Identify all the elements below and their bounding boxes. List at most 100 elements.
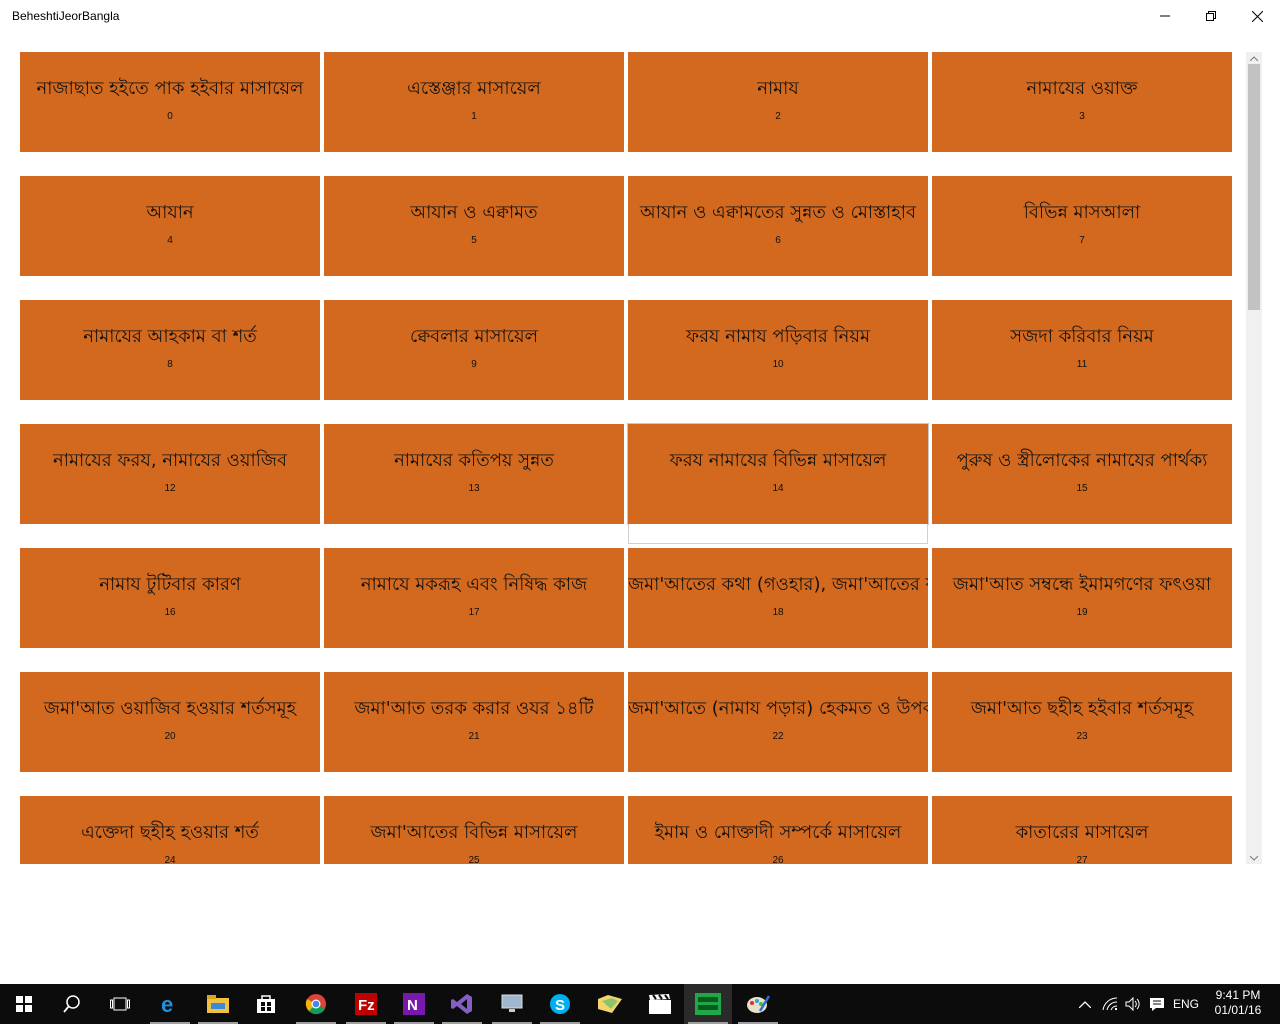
chapter-tile[interactable]: পুরুষ ও স্ত্রীলোকের নামাযের পার্থক্য 15 [932, 424, 1232, 524]
onenote-icon: N [403, 993, 425, 1015]
chapter-title: ইমাম ও মোক্তাদী সম্পর্কে মাসায়েল [654, 822, 902, 843]
chapter-title: ফরয নামাযের বিভিন্ন মাসায়েল [669, 450, 887, 471]
taskbar-movies[interactable] [636, 984, 684, 1024]
chapter-tile[interactable]: নামায 2 [628, 52, 928, 152]
chapter-tile[interactable]: ক্বেবলার মাসায়েল 9 [324, 300, 624, 400]
remote-desktop-icon [501, 994, 523, 1012]
chapter-title: নামায টুটিবার কারণ [99, 574, 241, 595]
action-center-button[interactable] [1146, 984, 1168, 1024]
chapter-tile[interactable]: নামায টুটিবার কারণ 16 [20, 548, 320, 648]
chapter-index: 22 [772, 731, 784, 742]
minimize-icon [1160, 15, 1170, 17]
clock[interactable]: 9:41 PM 01/01/16 [1206, 988, 1270, 1018]
filezilla-icon: Fz [355, 993, 377, 1015]
taskbar-visual-studio[interactable] [438, 984, 486, 1024]
chapter-title: জমা'আতের বিভিন্ন মাসায়েল [370, 822, 578, 843]
file-explorer-icon [207, 995, 229, 1013]
skype-icon: S [550, 994, 570, 1014]
chapter-tile[interactable]: বিভিন্ন মাসআলা 7 [932, 176, 1232, 276]
chapter-index: 7 [1079, 235, 1085, 246]
focus-indicator [628, 524, 928, 544]
start-icon [16, 996, 32, 1012]
taskbar: e Fz N S ENG 9:41 PM 01/01/16 [0, 984, 1280, 1024]
restore-button[interactable] [1188, 0, 1234, 32]
chapter-tile[interactable]: জমা'আত ছহীহ হইবার শর্তসমূহ 23 [932, 672, 1232, 772]
chapter-tile[interactable]: নামাযের কতিপয় সুন্নত 13 [324, 424, 624, 524]
taskbar-beheshtijeor-app[interactable] [684, 984, 732, 1024]
chapter-tile[interactable]: জমা'আতে (নামায পড়ার) হেকমত ও উপকারিতা 22 [628, 672, 928, 772]
title-bar: BeheshtiJeorBangla [0, 0, 1280, 32]
chapter-index: 17 [468, 607, 480, 618]
chapter-tile[interactable]: ইমাম ও মোক্তাদী সম্পর্কে মাসায়েল 26 [628, 796, 928, 864]
chapter-index: 0 [167, 111, 173, 122]
window-title: BeheshtiJeorBangla [12, 9, 120, 23]
show-hidden-icons-button[interactable] [1074, 984, 1096, 1024]
chapter-tile[interactable]: নামাযে মকরূহ এবং নিষিদ্ধ কাজ 17 [324, 548, 624, 648]
chevron-down-icon [1250, 855, 1258, 861]
scroll-down-button[interactable] [1246, 852, 1262, 864]
network-button[interactable] [1098, 984, 1122, 1024]
chapter-title: আযান ও এক্বামত [410, 202, 538, 223]
chapter-index: 6 [775, 235, 781, 246]
chapter-tile[interactable]: আযান ও এক্বামত 5 [324, 176, 624, 276]
chapter-tile[interactable]: জমা'আত সম্বন্ধে ইমামগণের ফৎওয়া 19 [932, 548, 1232, 648]
wifi-icon [1102, 997, 1118, 1011]
language-indicator[interactable]: ENG [1168, 984, 1204, 1024]
chapter-tile[interactable]: জমা'আত ওয়াজিব হওয়ার শর্তসমূহ 20 [20, 672, 320, 772]
chapter-index: 9 [471, 359, 477, 370]
taskbar-filezilla[interactable]: Fz [342, 984, 390, 1024]
chapter-title: জমা'আতের কথা (গওহার), জমা'আতের ফযীলত ও ত… [628, 574, 928, 595]
chapter-tile[interactable]: জমা'আত তরক করার ওযর ১৪টি 21 [324, 672, 624, 772]
taskbar-store[interactable] [242, 984, 290, 1024]
chapter-tile[interactable]: নাজাছাত হইতে পাক হইবার মাসায়েল 0 [20, 52, 320, 152]
chapter-index: 4 [167, 235, 173, 246]
search-icon [63, 995, 80, 1013]
chapter-tile[interactable]: আযান ও এক্বামতের সুন্নত ও মোস্তাহাব 6 [628, 176, 928, 276]
chapter-tile[interactable]: জমা'আতের বিভিন্ন মাসায়েল 25 [324, 796, 624, 864]
minimize-button[interactable] [1142, 0, 1188, 32]
task-view-button[interactable] [96, 984, 144, 1024]
taskbar-onenote[interactable]: N [390, 984, 438, 1024]
svg-text:S: S [555, 997, 565, 1014]
taskbar-chrome[interactable] [292, 984, 340, 1024]
taskbar-edge[interactable]: e [146, 984, 194, 1024]
chrome-icon [305, 994, 326, 1015]
chevron-up-icon [1250, 55, 1258, 61]
chapter-index: 15 [1076, 483, 1088, 494]
taskbar-paint[interactable] [734, 984, 782, 1024]
taskbar-skype[interactable]: S [536, 984, 584, 1024]
taskbar-remote-desktop[interactable] [488, 984, 536, 1024]
chapter-index: 19 [1076, 607, 1088, 618]
chapter-tile[interactable]: আযান 4 [20, 176, 320, 276]
action-center-icon [1150, 997, 1164, 1011]
chapter-title: জমা'আত সম্বন্ধে ইমামগণের ফৎওয়া [952, 574, 1212, 595]
chapter-tile[interactable]: জমা'আতের কথা (গওহার), জমা'আতের ফযীলত ও ত… [628, 548, 928, 648]
scroll-up-button[interactable] [1246, 52, 1262, 64]
volume-icon [1125, 997, 1140, 1011]
close-button[interactable] [1234, 0, 1280, 32]
svg-text:e: e [161, 993, 173, 1015]
chapter-tile[interactable]: সজদা করিবার নিয়ম 11 [932, 300, 1232, 400]
chapter-tile[interactable]: নামাযের আহকাম বা শর্ত 8 [20, 300, 320, 400]
chapter-tile[interactable]: নামাযের ফরয, নামাযের ওয়াজিব 12 [20, 424, 320, 524]
vertical-scrollbar[interactable] [1246, 52, 1262, 864]
chapter-tile[interactable]: নামাযের ওয়াক্ত 3 [932, 52, 1232, 152]
taskbar-folder[interactable] [586, 984, 634, 1024]
start-button[interactable] [0, 984, 48, 1024]
chapter-tile[interactable]: এক্তেদা ছহীহ হওয়ার শর্ত 24 [20, 796, 320, 864]
chapter-tile[interactable]: ফরয নামায পড়িবার নিয়ম 10 [628, 300, 928, 400]
search-button[interactable] [48, 984, 96, 1024]
chapter-title: এস্তেঞ্জার মাসায়েল [407, 78, 541, 99]
chapter-tile[interactable]: কাতারের মাসায়েল 27 [932, 796, 1232, 864]
chapter-title: কাতারের মাসায়েল [1015, 822, 1149, 843]
chapter-title: নামায [757, 78, 799, 99]
chapter-title: বিভিন্ন মাসআলা [1023, 202, 1141, 223]
chapter-index: 24 [164, 855, 176, 864]
scrollbar-thumb[interactable] [1248, 64, 1260, 310]
chapter-tile[interactable]: ফরয নামাযের বিভিন্ন মাসায়েল 14 [627, 423, 929, 525]
taskbar-file-explorer[interactable] [194, 984, 242, 1024]
chapter-title: নামাযের ওয়াক্ত [1026, 78, 1138, 99]
volume-button[interactable] [1122, 984, 1144, 1024]
chapter-tile[interactable]: এস্তেঞ্জার মাসায়েল 1 [324, 52, 624, 152]
chapter-title: ক্বেবলার মাসায়েল [409, 326, 539, 347]
